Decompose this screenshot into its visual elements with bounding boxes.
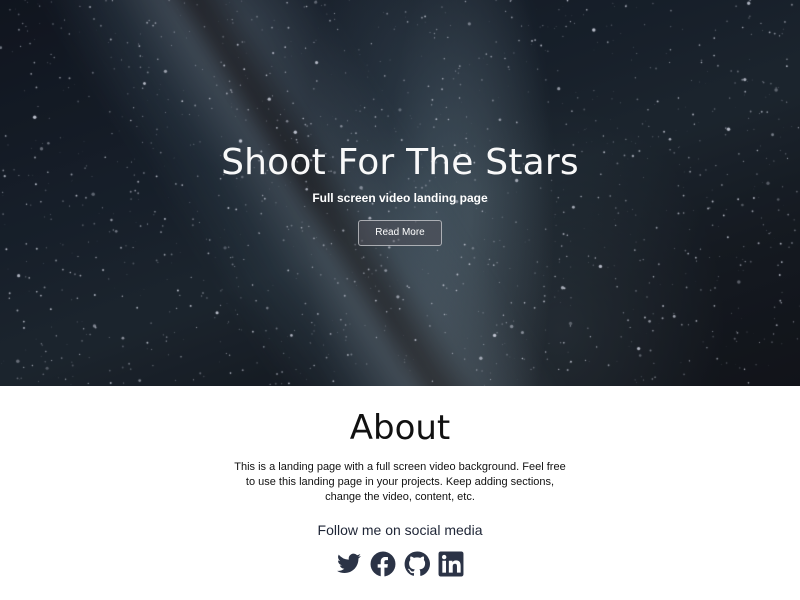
twitter-link[interactable] [336,551,362,577]
about-title: About [349,408,451,448]
twitter-icon [337,553,361,573]
about-section: About This is a landing page with a full… [0,386,800,600]
linkedin-icon [438,551,464,577]
facebook-link[interactable] [370,551,396,577]
hero-content: Shoot For The Stars Full screen video la… [0,140,800,246]
linkedin-link[interactable] [438,551,464,577]
social-heading: Follow me on social media [317,522,483,538]
facebook-icon [370,551,396,577]
about-text: This is a landing page with a full scree… [234,461,566,503]
github-icon [404,551,430,576]
social-icons [0,551,800,577]
hero-subtitle: Full screen video landing page [312,191,488,205]
read-more-button[interactable]: Read More [358,220,442,246]
github-link[interactable] [404,551,430,577]
hero-section: Shoot For The Stars Full screen video la… [0,0,800,386]
hero-title: Shoot For The Stars [221,142,579,183]
